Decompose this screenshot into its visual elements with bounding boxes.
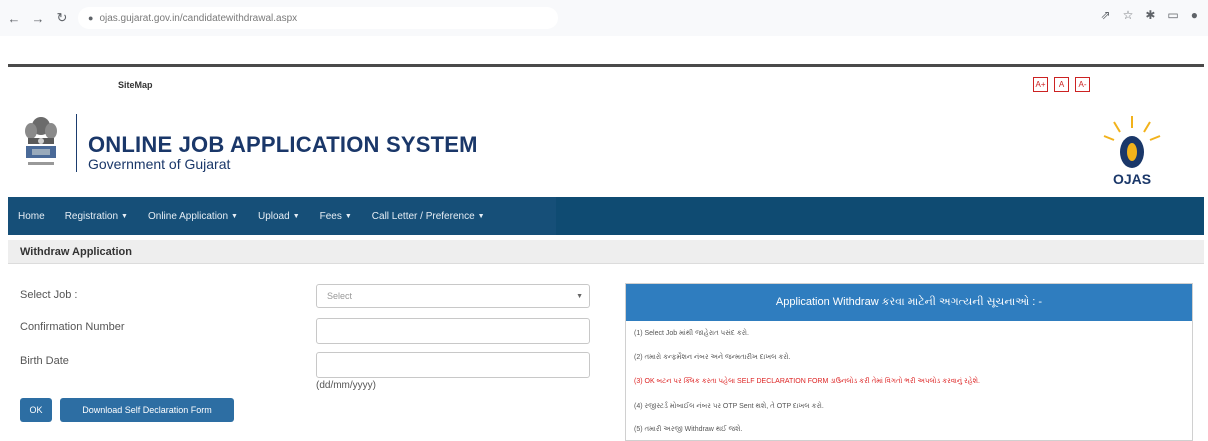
confirmation-number-label: Confirmation Number (20, 321, 125, 333)
caret-down-icon: ▼ (344, 212, 352, 220)
star-icon[interactable]: ☆ (1123, 8, 1134, 22)
sitemap-link[interactable]: SiteMap (118, 80, 153, 90)
nav-registration[interactable]: Registration ▼ (55, 197, 138, 235)
site-subtitle: Government of Gujarat (88, 156, 231, 172)
caret-down-icon: ▼ (121, 212, 128, 220)
reload-icon[interactable]: ↻ (52, 8, 72, 28)
instructions-title: Application Withdraw કરવા માટેની અગત્યની… (626, 284, 1192, 321)
state-emblem-icon (25, 117, 57, 165)
select-job-dropdown[interactable]: Select ▼ (316, 284, 590, 308)
caret-down-icon: ▼ (231, 212, 238, 220)
download-self-declaration-button[interactable]: Download Self Declaration Form (60, 398, 234, 422)
nav-online-application[interactable]: Online Application ▼ (138, 197, 248, 235)
instruction-line: (4) રજીસ્ટર્ડ મોબાઈલ નંબર પર OTP Sent થશ… (634, 403, 824, 410)
address-bar[interactable]: ● ojas.gujarat.gov.in/candidatewithdrawa… (78, 7, 558, 29)
page-header: Withdraw Application (8, 240, 1204, 264)
nav-upload[interactable]: Upload ▼ (248, 197, 310, 235)
header-divider (76, 114, 77, 172)
birth-date-input[interactable] (316, 352, 590, 378)
birth-date-label: Birth Date (20, 355, 69, 367)
sidebar-icon[interactable]: ▭ (1167, 8, 1178, 22)
caret-down-icon: ▼ (477, 212, 485, 220)
ojas-logo-text: OJAS (1113, 171, 1151, 187)
page-title: Withdraw Application (20, 246, 132, 258)
profile-icon[interactable]: ● (1191, 8, 1198, 22)
font-normal-button[interactable]: A (1054, 77, 1069, 92)
site-title: ONLINE JOB APPLICATION SYSTEM (88, 132, 478, 157)
url-text: ojas.gujarat.gov.in/candidatewithdrawal.… (99, 12, 298, 24)
lock-icon: ● (88, 13, 94, 23)
instruction-line: (1) Select Job માંથી જાહેરાત પસંદ કરો. (634, 330, 749, 337)
nav-home[interactable]: Home (8, 197, 55, 235)
ok-button[interactable]: OK (20, 398, 52, 422)
font-decrease-button[interactable]: A- (1075, 77, 1090, 92)
instruction-line: (5) તમારી અરજી Withdraw થઈ જશે. (634, 426, 743, 433)
caret-down-icon: ▼ (292, 212, 300, 220)
chevron-down-icon: ▼ (576, 293, 583, 300)
font-increase-button[interactable]: A+ (1033, 77, 1048, 92)
instructions-panel: Application Withdraw કરવા માટેની અગત્યની… (625, 283, 1193, 441)
main-navbar: Home Registration ▼ Online Application ▼ U… (8, 197, 1204, 235)
instruction-line: (2) તમારો કન્ફર્મેશન નંબર અને જન્મતારીખ … (634, 354, 791, 361)
share-icon[interactable]: ⇗ (1101, 8, 1111, 22)
date-format-hint: (dd/mm/yyyy) (316, 380, 376, 391)
instruction-line-alert: (3) OK બટન પર ક્લિક કરતા પહેલા SELF DECL… (634, 378, 980, 385)
top-divider (8, 64, 1204, 67)
arrow-right-icon[interactable]: → (28, 8, 48, 28)
arrow-left-icon[interactable]: ← (4, 8, 24, 28)
nav-fees[interactable]: Fees ▼ (310, 197, 362, 235)
font-size-controls: A+ A A- (1033, 77, 1090, 92)
browser-toolbar: ← → ↻ ● ojas.gujarat.gov.in/candidatewit… (0, 0, 1208, 36)
select-job-label: Select Job : (20, 289, 78, 301)
confirmation-number-input[interactable] (316, 318, 590, 344)
puzzle-icon[interactable]: ✱ (1145, 8, 1155, 22)
nav-call-letter[interactable]: Call Letter / Preference ▼ (362, 197, 495, 235)
ojas-logo: OJAS (1103, 116, 1161, 187)
